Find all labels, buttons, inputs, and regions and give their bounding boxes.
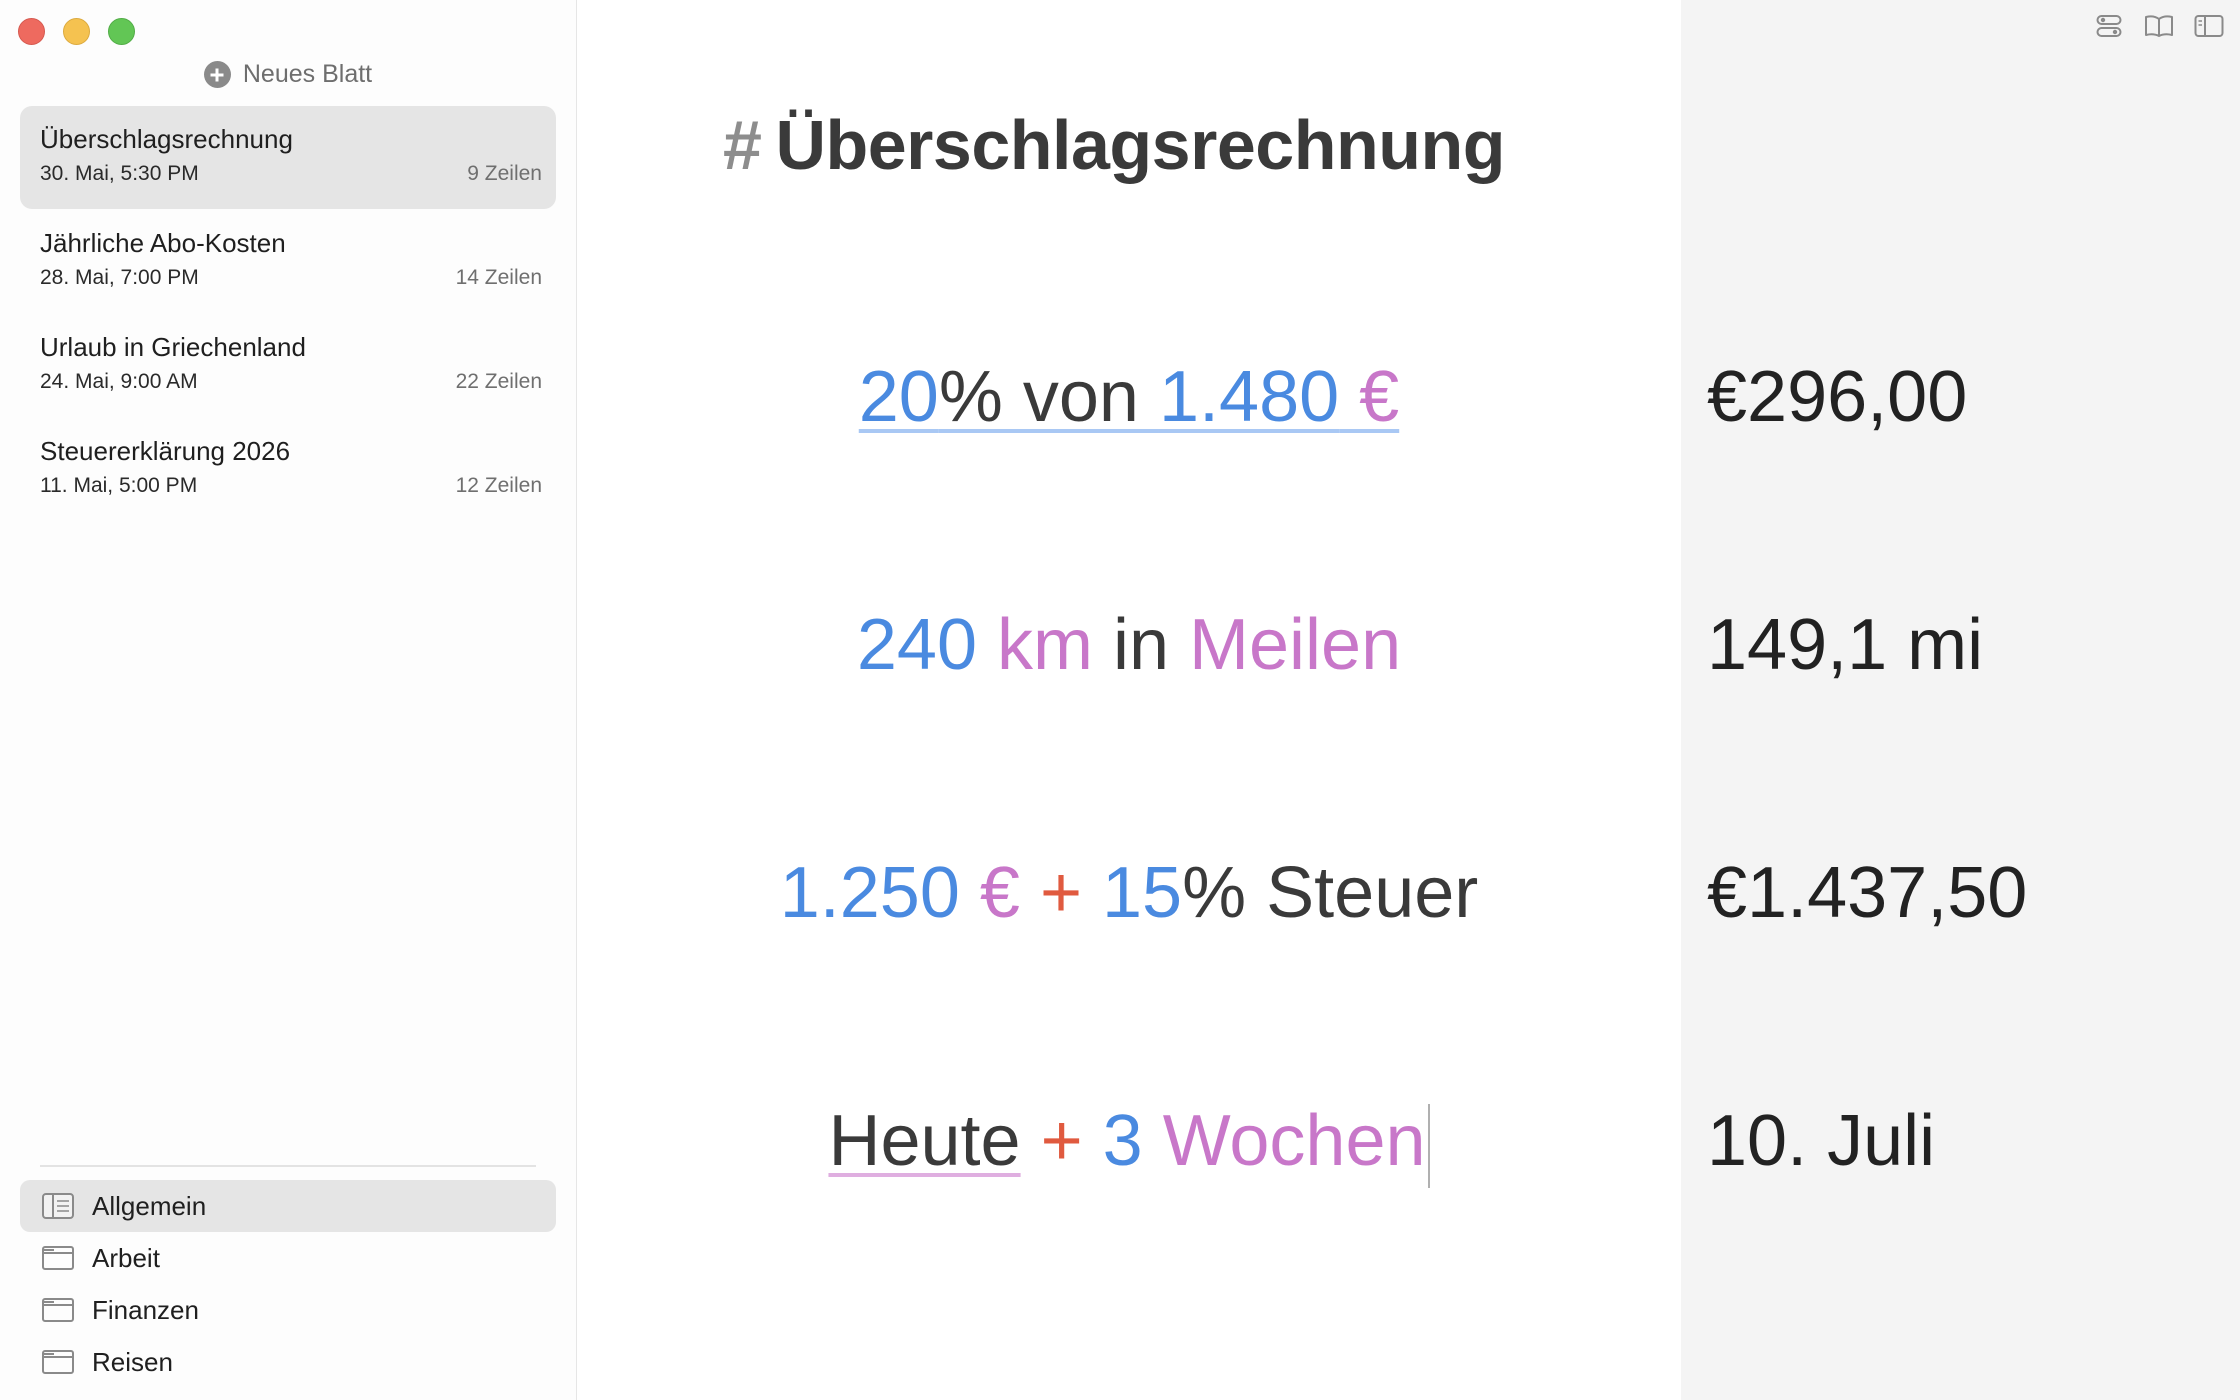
folder-item-finanzen[interactable]: Finanzen	[20, 1284, 556, 1336]
result-value[interactable]: €1.437,50	[1707, 851, 2027, 935]
folder-icon	[42, 1350, 74, 1374]
sheet-item[interactable]: Urlaub in Griechenland 24. Mai, 9:00 AM …	[20, 314, 556, 417]
folder-icon	[42, 1246, 74, 1270]
sheet-date: 30. Mai, 5:30 PM	[40, 162, 199, 185]
settings-toggle-button[interactable]	[2092, 12, 2126, 40]
number-token: 15	[1102, 853, 1183, 933]
sheet-item[interactable]: Überschlagsrechnung 30. Mai, 5:30 PM 9 Z…	[20, 106, 556, 209]
sidebar: Neues Blatt Überschlagsrechnung 30. Mai,…	[0, 0, 577, 1400]
folder-label: Allgemein	[92, 1190, 207, 1221]
text-token: % Steuer	[1182, 853, 1479, 933]
editor-line[interactable]: 240 km in Meilen	[577, 603, 1681, 687]
sheet-date: 24. Mai, 9:00 AM	[40, 370, 198, 393]
unit-token: Meilen	[1189, 605, 1402, 685]
unit-token: km	[977, 605, 1093, 685]
result-value[interactable]: 149,1 mi	[1707, 603, 1983, 687]
unit-token: €	[1339, 357, 1400, 437]
sheet-title: Steuererklärung 2026	[40, 436, 291, 466]
result-value[interactable]: 10. Juli	[1707, 1099, 1935, 1183]
sheet-date: 28. Mai, 7:00 PM	[40, 266, 199, 289]
sheet-title: Urlaub in Griechenland	[40, 332, 306, 362]
folder-item-reisen[interactable]: Reisen	[20, 1336, 556, 1388]
toggle-sidebar-button[interactable]	[2192, 12, 2226, 40]
text-cursor	[1427, 1103, 1430, 1188]
folder-label: Finanzen	[92, 1294, 199, 1325]
sheet-line-count: 9 Zeilen	[467, 162, 542, 185]
sidebar-icon	[2194, 15, 2224, 37]
operator-token: +	[1019, 853, 1103, 933]
results-panel: €296,00 149,1 mi €1.437,50 10. Juli	[1681, 0, 2240, 1400]
book-icon	[2145, 15, 2173, 37]
library-button[interactable]	[2142, 12, 2176, 40]
notebook-icon	[42, 1193, 74, 1219]
text-token: % von	[938, 357, 1159, 437]
sheet-line-count: 12 Zeilen	[455, 474, 542, 497]
number-token: 20	[858, 357, 939, 437]
close-window-button[interactable]	[18, 18, 45, 45]
sidebar-divider	[40, 1165, 536, 1167]
sheet-item[interactable]: Steuererklärung 2026 11. Mai, 5:00 PM 12…	[20, 418, 556, 521]
folder-item-arbeit[interactable]: Arbeit	[20, 1232, 556, 1284]
toolbar	[2092, 12, 2226, 40]
folder-label: Arbeit	[92, 1242, 160, 1273]
folder-label: Reisen	[92, 1346, 173, 1377]
text-token: in	[1092, 605, 1190, 685]
editor-line[interactable]: 1.250 € + 15% Steuer	[577, 851, 1681, 935]
sheet-heading[interactable]: # Überschlagsrechnung	[723, 105, 1506, 185]
heading-text: Überschlagsrechnung	[775, 106, 1506, 184]
unit-token: €	[959, 853, 1020, 933]
folder-list: Allgemein Arbeit Finanzen Reisen	[20, 1180, 556, 1388]
result-value[interactable]: €296,00	[1707, 355, 1967, 439]
folder-icon	[42, 1298, 74, 1322]
editor[interactable]: # Überschlagsrechnung 20% von 1.480 € 240…	[577, 0, 1681, 1400]
editor-line[interactable]: Heute + 3 Wochen	[577, 1099, 1681, 1188]
sheet-list: Überschlagsrechnung 30. Mai, 5:30 PM 9 Z…	[20, 106, 556, 522]
sheet-title: Jährliche Abo-Kosten	[40, 228, 286, 258]
editor-line[interactable]: 20% von 1.480 €	[577, 355, 1681, 439]
number-token: 1.250	[779, 853, 960, 933]
sheet-item[interactable]: Jährliche Abo-Kosten 28. Mai, 7:00 PM 14…	[20, 210, 556, 313]
keyword-token: Heute	[828, 1101, 1021, 1181]
folder-item-allgemein[interactable]: Allgemein	[20, 1180, 556, 1232]
number-token: 240	[856, 605, 977, 685]
sheet-line-count: 22 Zeilen	[455, 370, 542, 393]
number-token: 1.480	[1158, 357, 1340, 437]
sheet-line-count: 14 Zeilen	[455, 266, 542, 289]
sheet-date: 11. Mai, 5:00 PM	[40, 474, 198, 497]
plus-circle-icon	[203, 61, 231, 88]
new-sheet-label: Neues Blatt	[242, 60, 373, 88]
unit-token: Wochen	[1142, 1101, 1426, 1181]
sheet-title: Überschlagsrechnung	[40, 124, 293, 154]
zoom-window-button[interactable]	[108, 18, 135, 45]
toggle-settings-icon	[2096, 15, 2122, 37]
number-token: 3	[1102, 1101, 1143, 1181]
window-controls	[18, 18, 135, 45]
operator-token: +	[1020, 1101, 1103, 1181]
new-sheet-button[interactable]: Neues Blatt	[0, 60, 576, 89]
minimize-window-button[interactable]	[63, 18, 90, 45]
heading-marker: #	[723, 106, 762, 184]
